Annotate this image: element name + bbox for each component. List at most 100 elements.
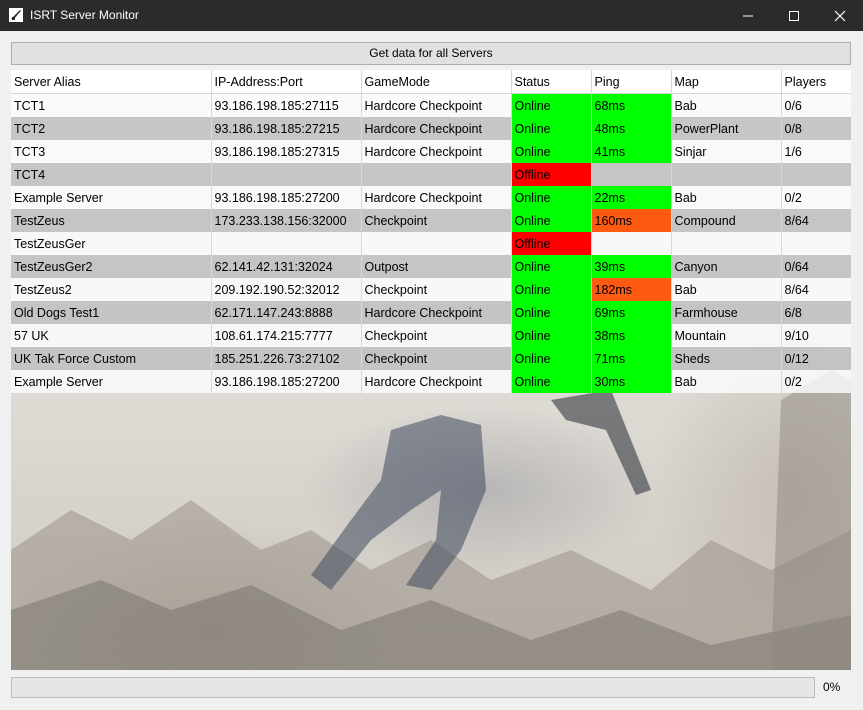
table-row[interactable]: TCT2 93.186.198.185:27215 Hardcore Checkpo… (11, 117, 851, 140)
cell-status: Online (511, 117, 592, 140)
cell-ip: 173.233.138.156:32000 (211, 209, 362, 232)
cell-players: 0/2 (781, 186, 851, 209)
cell-ip: 93.186.198.185:27200 (211, 370, 362, 393)
table-row[interactable]: TestZeusGer Offline (11, 232, 851, 255)
cell-ip: 209.192.190.52:32012 (211, 278, 362, 301)
main-area: Get data for all Servers Server Alias IP… (0, 31, 863, 710)
column-header-server-alias[interactable]: Server Alias (11, 70, 212, 94)
cell-status: Online (511, 324, 592, 347)
cell-mode: Hardcore Checkpoint (361, 140, 512, 163)
table-row[interactable]: TestZeus2 209.192.190.52:32012 Checkpoint O… (11, 278, 851, 301)
cell-status: Offline (511, 232, 592, 255)
get-all-servers-button[interactable]: Get data for all Servers (11, 42, 851, 65)
cell-alias: TestZeus2 (11, 278, 212, 301)
cell-players: 6/8 (781, 301, 851, 324)
column-header-players[interactable]: Players (781, 70, 851, 94)
cell-ping: 38ms (591, 324, 672, 347)
cell-alias: TCT1 (11, 93, 212, 117)
progress-bar (11, 677, 815, 698)
cell-mode: Hardcore Checkpoint (361, 370, 512, 393)
table-row[interactable]: TCT4 Offline (11, 163, 851, 186)
isrt-app-icon (9, 8, 23, 22)
column-header-gamemode[interactable]: GameMode (361, 70, 512, 94)
column-header-ping[interactable]: Ping (591, 70, 672, 94)
server-list-panel[interactable]: Server Alias IP-Address:Port GameMode St… (11, 70, 851, 670)
cell-players: 0/12 (781, 347, 851, 370)
cell-map: Compound (671, 209, 782, 232)
table-row[interactable]: TCT3 93.186.198.185:27315 Hardcore Checkpo… (11, 140, 851, 163)
cell-status: Online (511, 370, 592, 393)
cell-players: 9/10 (781, 324, 851, 347)
cell-players (781, 232, 851, 255)
column-header-ip-address[interactable]: IP-Address:Port (211, 70, 362, 94)
cell-ping (591, 232, 672, 255)
cell-map: Bab (671, 370, 782, 393)
cell-ip: 93.186.198.185:27315 (211, 140, 362, 163)
cell-map: Sinjar (671, 140, 782, 163)
column-header-map[interactable]: Map (671, 70, 782, 94)
cell-ping: 48ms (591, 117, 672, 140)
window-title: ISRT Server Monitor (30, 8, 139, 22)
cell-status: Online (511, 186, 592, 209)
cell-mode (361, 163, 512, 186)
cell-players: 0/8 (781, 117, 851, 140)
cell-ip: 93.186.198.185:27200 (211, 186, 362, 209)
cell-map: Bab (671, 93, 782, 117)
cell-ip: 62.171.147.243:8888 (211, 301, 362, 324)
cell-alias: TCT2 (11, 117, 212, 140)
cell-players: 0/6 (781, 93, 851, 117)
cell-alias: TestZeus (11, 209, 212, 232)
server-table[interactable]: Server Alias IP-Address:Port GameMode St… (11, 70, 851, 393)
cell-map: Canyon (671, 255, 782, 278)
cell-ip: 185.251.226.73:27102 (211, 347, 362, 370)
table-row[interactable]: Old Dogs Test1 62.171.147.243:8888 Hardcor… (11, 301, 851, 324)
table-row[interactable]: TestZeus 173.233.138.156:32000 Checkpoint O… (11, 209, 851, 232)
cell-status: Online (511, 255, 592, 278)
cell-ping: 182ms (591, 278, 672, 301)
cell-ping: 41ms (591, 140, 672, 163)
cell-players: 0/2 (781, 370, 851, 393)
maximize-button[interactable] (771, 0, 817, 31)
cell-status: Online (511, 301, 592, 324)
minimize-icon (743, 15, 753, 17)
cell-alias: 57 UK (11, 324, 212, 347)
cell-map (671, 232, 782, 255)
cell-mode: Hardcore Checkpoint (361, 93, 512, 117)
table-row[interactable]: 57 UK 108.61.174.215:7777 Checkpoint Online… (11, 324, 851, 347)
table-row[interactable]: UK Tak Force Custom 185.251.226.73:27102 C… (11, 347, 851, 370)
cell-mode: Hardcore Checkpoint (361, 301, 512, 324)
minimize-button[interactable] (725, 0, 771, 31)
title-bar[interactable]: ISRT Server Monitor (0, 0, 863, 31)
cell-mode: Outpost (361, 255, 512, 278)
cell-status: Offline (511, 163, 592, 186)
table-row[interactable]: TCT1 93.186.198.185:27115 Hardcore Checkpo… (11, 93, 851, 117)
cell-ping: 22ms (591, 186, 672, 209)
table-row[interactable]: TestZeusGer2 62.141.42.131:32024 Outpost On… (11, 255, 851, 278)
cell-alias: TCT4 (11, 163, 212, 186)
cell-map: Bab (671, 186, 782, 209)
cell-status: Online (511, 278, 592, 301)
cell-status: Online (511, 347, 592, 370)
cell-mode: Hardcore Checkpoint (361, 117, 512, 140)
cell-map: Mountain (671, 324, 782, 347)
progress-percent-label: 0% (823, 680, 841, 694)
cell-ping (591, 163, 672, 186)
cell-ping: 39ms (591, 255, 672, 278)
cell-players: 8/64 (781, 278, 851, 301)
cell-mode: Checkpoint (361, 278, 512, 301)
cell-alias: UK Tak Force Custom (11, 347, 212, 370)
cell-alias: TestZeusGer2 (11, 255, 212, 278)
close-button[interactable] (817, 0, 863, 31)
table-row[interactable]: Example Server 93.186.198.185:27200 Hardco… (11, 186, 851, 209)
cell-alias: Example Server (11, 186, 212, 209)
cell-players: 0/64 (781, 255, 851, 278)
table-row[interactable]: Example Server 93.186.198.185:27200 Hardco… (11, 370, 851, 393)
cell-status: Online (511, 140, 592, 163)
cell-ip (211, 232, 362, 255)
close-icon (834, 10, 846, 22)
cell-map (671, 163, 782, 186)
cell-map: Farmhouse (671, 301, 782, 324)
column-header-status[interactable]: Status (511, 70, 592, 94)
cell-mode: Checkpoint (361, 209, 512, 232)
cell-players: 1/6 (781, 140, 851, 163)
